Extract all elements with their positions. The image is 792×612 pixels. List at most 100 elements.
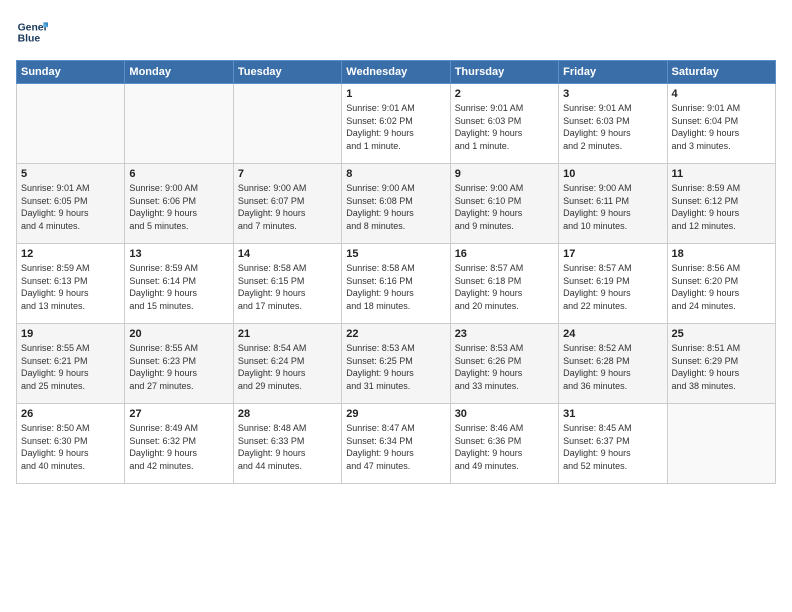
calendar-cell: 2 Sunrise: 9:01 AM Sunset: 6:03 PM Daylig… xyxy=(450,84,558,164)
day-number: 27 xyxy=(129,408,228,420)
calendar-cell: 9Sunrise: 9:00 AM Sunset: 6:10 PM Daylig… xyxy=(450,164,558,244)
logo-icon: General Blue xyxy=(16,16,48,48)
logo: General Blue xyxy=(16,16,50,48)
day-header-wednesday: Wednesday xyxy=(342,61,450,84)
cell-content: Sunrise: 8:59 AM Sunset: 6:13 PM Dayligh… xyxy=(21,262,120,312)
cell-content: Sunrise: 8:53 AM Sunset: 6:26 PM Dayligh… xyxy=(455,342,554,392)
calendar-cell: 30 Sunrise: 8:46 AM Sunset: 6:36 PM Dayli… xyxy=(450,404,558,484)
calendar-cell: 31 Sunrise: 8:45 AM Sunset: 6:37 PM Dayli… xyxy=(559,404,667,484)
calendar-week-5: 26 Sunrise: 8:50 AM Sunset: 6:30 PM Dayli… xyxy=(17,404,776,484)
day-number: 29 xyxy=(346,408,445,420)
day-number: 17 xyxy=(563,248,662,260)
day-number: 24 xyxy=(563,328,662,340)
day-number: 21 xyxy=(238,328,337,340)
calendar-cell: 14 Sunrise: 8:58 AM Sunset: 6:15 PM Dayli… xyxy=(233,244,341,324)
cell-content: Sunrise: 8:54 AM Sunset: 6:24 PM Dayligh… xyxy=(238,342,337,392)
svg-text:Blue: Blue xyxy=(18,34,41,45)
cell-content: Sunrise: 8:49 AM Sunset: 6:32 PM Dayligh… xyxy=(129,422,228,472)
cell-content: Sunrise: 8:47 AM Sunset: 6:34 PM Dayligh… xyxy=(346,422,445,472)
day-header-thursday: Thursday xyxy=(450,61,558,84)
calendar-week-4: 19 Sunrise: 8:55 AM Sunset: 6:21 PM Dayli… xyxy=(17,324,776,404)
calendar-cell xyxy=(233,84,341,164)
calendar-cell: 6 Sunrise: 9:00 AM Sunset: 6:06 PM Daylig… xyxy=(125,164,233,244)
calendar-cell: 7 Sunrise: 9:00 AM Sunset: 6:07 PM Daylig… xyxy=(233,164,341,244)
calendar-header: SundayMondayTuesdayWednesdayThursdayFrid… xyxy=(17,61,776,84)
day-header-tuesday: Tuesday xyxy=(233,61,341,84)
calendar-week-1: 1 Sunrise: 9:01 AM Sunset: 6:02 PM Daylig… xyxy=(17,84,776,164)
day-number: 13 xyxy=(129,248,228,260)
calendar-cell: 18 Sunrise: 8:56 AM Sunset: 6:20 PM Dayli… xyxy=(667,244,775,324)
calendar-cell xyxy=(17,84,125,164)
cell-content: Sunrise: 8:45 AM Sunset: 6:37 PM Dayligh… xyxy=(563,422,662,472)
calendar-cell: 28 Sunrise: 8:48 AM Sunset: 6:33 PM Dayli… xyxy=(233,404,341,484)
day-number: 31 xyxy=(563,408,662,420)
cell-content: Sunrise: 8:50 AM Sunset: 6:30 PM Dayligh… xyxy=(21,422,120,472)
calendar-cell: 8 Sunrise: 9:00 AM Sunset: 6:08 PM Daylig… xyxy=(342,164,450,244)
calendar-week-2: 5 Sunrise: 9:01 AM Sunset: 6:05 PM Daylig… xyxy=(17,164,776,244)
cell-content: Sunrise: 8:52 AM Sunset: 6:28 PM Dayligh… xyxy=(563,342,662,392)
day-number: 11 xyxy=(672,168,771,180)
day-number: 6 xyxy=(129,168,228,180)
day-number: 15 xyxy=(346,248,445,260)
cell-content: Sunrise: 8:55 AM Sunset: 6:23 PM Dayligh… xyxy=(129,342,228,392)
day-number: 2 xyxy=(455,88,554,100)
calendar-cell: 10Sunrise: 9:00 AM Sunset: 6:11 PM Dayli… xyxy=(559,164,667,244)
calendar-cell: 16Sunrise: 8:57 AM Sunset: 6:18 PM Dayli… xyxy=(450,244,558,324)
cell-content: Sunrise: 8:46 AM Sunset: 6:36 PM Dayligh… xyxy=(455,422,554,472)
day-number: 19 xyxy=(21,328,120,340)
cell-content: Sunrise: 9:00 AM Sunset: 6:06 PM Dayligh… xyxy=(129,182,228,232)
day-number: 23 xyxy=(455,328,554,340)
day-number: 7 xyxy=(238,168,337,180)
calendar-cell: 22 Sunrise: 8:53 AM Sunset: 6:25 PM Dayli… xyxy=(342,324,450,404)
calendar-cell: 1 Sunrise: 9:01 AM Sunset: 6:02 PM Daylig… xyxy=(342,84,450,164)
calendar-cell: 12 Sunrise: 8:59 AM Sunset: 6:13 PM Dayli… xyxy=(17,244,125,324)
calendar-cell: 5 Sunrise: 9:01 AM Sunset: 6:05 PM Daylig… xyxy=(17,164,125,244)
day-header-saturday: Saturday xyxy=(667,61,775,84)
page-header: General Blue xyxy=(16,16,776,48)
calendar-cell: 23 Sunrise: 8:53 AM Sunset: 6:26 PM Dayli… xyxy=(450,324,558,404)
calendar-cell: 29 Sunrise: 8:47 AM Sunset: 6:34 PM Dayli… xyxy=(342,404,450,484)
day-number: 1 xyxy=(346,88,445,100)
calendar-cell: 11Sunrise: 8:59 AM Sunset: 6:12 PM Dayli… xyxy=(667,164,775,244)
day-number: 8 xyxy=(346,168,445,180)
day-number: 22 xyxy=(346,328,445,340)
cell-content: Sunrise: 8:53 AM Sunset: 6:25 PM Dayligh… xyxy=(346,342,445,392)
calendar-cell: 26 Sunrise: 8:50 AM Sunset: 6:30 PM Dayli… xyxy=(17,404,125,484)
day-number: 20 xyxy=(129,328,228,340)
day-header-friday: Friday xyxy=(559,61,667,84)
calendar-cell: 17 Sunrise: 8:57 AM Sunset: 6:19 PM Dayli… xyxy=(559,244,667,324)
calendar-table: SundayMondayTuesdayWednesdayThursdayFrid… xyxy=(16,60,776,484)
cell-content: Sunrise: 9:01 AM Sunset: 6:02 PM Dayligh… xyxy=(346,102,445,152)
day-number: 18 xyxy=(672,248,771,260)
cell-content: Sunrise: 9:01 AM Sunset: 6:04 PM Dayligh… xyxy=(672,102,771,152)
day-number: 25 xyxy=(672,328,771,340)
day-number: 12 xyxy=(21,248,120,260)
calendar-cell: 20 Sunrise: 8:55 AM Sunset: 6:23 PM Dayli… xyxy=(125,324,233,404)
day-number: 5 xyxy=(21,168,120,180)
day-number: 28 xyxy=(238,408,337,420)
calendar-body: 1 Sunrise: 9:01 AM Sunset: 6:02 PM Daylig… xyxy=(17,84,776,484)
day-number: 3 xyxy=(563,88,662,100)
calendar-cell: 19 Sunrise: 8:55 AM Sunset: 6:21 PM Dayli… xyxy=(17,324,125,404)
cell-content: Sunrise: 8:57 AM Sunset: 6:19 PM Dayligh… xyxy=(563,262,662,312)
cell-content: Sunrise: 8:58 AM Sunset: 6:15 PM Dayligh… xyxy=(238,262,337,312)
cell-content: Sunrise: 9:01 AM Sunset: 6:05 PM Dayligh… xyxy=(21,182,120,232)
cell-content: Sunrise: 8:55 AM Sunset: 6:21 PM Dayligh… xyxy=(21,342,120,392)
cell-content: Sunrise: 9:00 AM Sunset: 6:07 PM Dayligh… xyxy=(238,182,337,232)
cell-content: Sunrise: 9:01 AM Sunset: 6:03 PM Dayligh… xyxy=(455,102,554,152)
day-number: 30 xyxy=(455,408,554,420)
cell-content: Sunrise: 9:01 AM Sunset: 6:03 PM Dayligh… xyxy=(563,102,662,152)
calendar-cell: 27 Sunrise: 8:49 AM Sunset: 6:32 PM Dayli… xyxy=(125,404,233,484)
calendar-cell: 4Sunrise: 9:01 AM Sunset: 6:04 PM Daylig… xyxy=(667,84,775,164)
cell-content: Sunrise: 8:48 AM Sunset: 6:33 PM Dayligh… xyxy=(238,422,337,472)
day-number: 14 xyxy=(238,248,337,260)
day-header-monday: Monday xyxy=(125,61,233,84)
calendar-cell xyxy=(667,404,775,484)
calendar-cell: 3 Sunrise: 9:01 AM Sunset: 6:03 PM Daylig… xyxy=(559,84,667,164)
cell-content: Sunrise: 8:51 AM Sunset: 6:29 PM Dayligh… xyxy=(672,342,771,392)
cell-content: Sunrise: 9:00 AM Sunset: 6:08 PM Dayligh… xyxy=(346,182,445,232)
day-number: 9 xyxy=(455,168,554,180)
day-header-sunday: Sunday xyxy=(17,61,125,84)
day-number: 26 xyxy=(21,408,120,420)
cell-content: Sunrise: 8:56 AM Sunset: 6:20 PM Dayligh… xyxy=(672,262,771,312)
